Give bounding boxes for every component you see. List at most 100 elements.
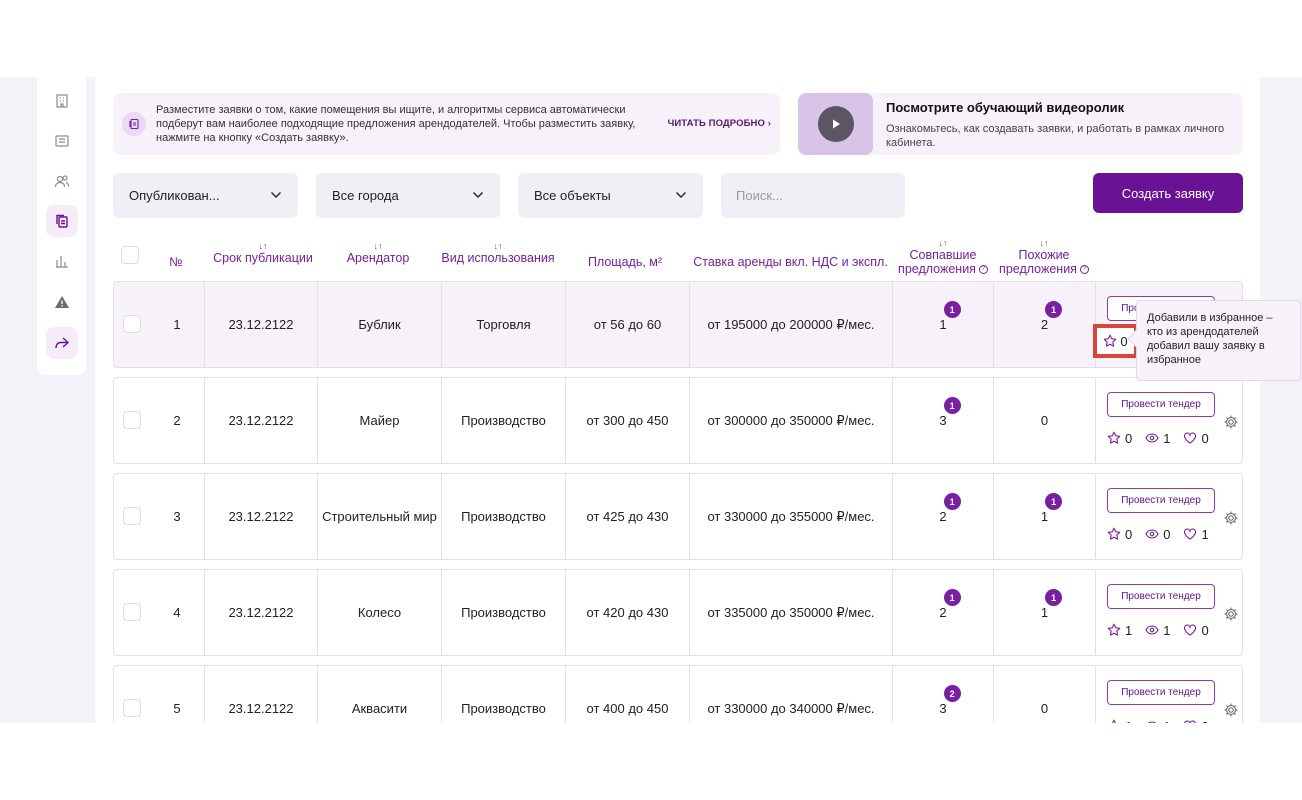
table-row[interactable]: 3 23.12.2122 Строительный мир Производст… bbox=[113, 473, 1243, 560]
cell-similar[interactable]: 21 bbox=[994, 282, 1096, 367]
cell-usage: Производство bbox=[442, 570, 566, 655]
row-stats: 0 1 0 bbox=[1107, 430, 1222, 446]
tender-button[interactable]: Провести тендер bbox=[1107, 392, 1215, 417]
video-description: Ознакомьтесь, как создавать заявки, и ра… bbox=[886, 123, 1225, 149]
table-row[interactable]: 1 23.12.2122 Бублик Торговля от 56 до 60… bbox=[113, 281, 1243, 368]
favorites-stat[interactable]: 1 bbox=[1107, 623, 1132, 638]
copy-icon[interactable] bbox=[46, 205, 78, 237]
header-published[interactable]: ↓↑ Срок публикации bbox=[200, 241, 326, 265]
eye-icon bbox=[1145, 529, 1159, 539]
status-filter[interactable]: Опубликован... bbox=[113, 173, 298, 218]
likes-stat[interactable]: 0 bbox=[1183, 719, 1209, 723]
news-icon[interactable] bbox=[46, 125, 78, 157]
views-stat[interactable]: 1 bbox=[1145, 431, 1170, 446]
video-thumbnail[interactable] bbox=[798, 93, 873, 155]
cell-similar[interactable]: 0 bbox=[994, 378, 1096, 463]
cell-usage: Торговля bbox=[442, 282, 566, 367]
matched-badge: 1 bbox=[943, 493, 961, 510]
row-checkbox[interactable] bbox=[123, 315, 141, 333]
users-icon[interactable] bbox=[46, 165, 78, 197]
main-content: Разместите заявки о том, какие помещения… bbox=[95, 77, 1260, 723]
tender-button[interactable]: Провести тендер bbox=[1107, 584, 1215, 609]
warning-icon[interactable] bbox=[46, 286, 78, 318]
select-all-checkbox[interactable] bbox=[121, 246, 139, 264]
cell-tenant: Аквасити bbox=[318, 666, 442, 723]
city-filter[interactable]: Все города bbox=[316, 173, 500, 218]
header-tenant[interactable]: ↓↑ Арендатор bbox=[331, 241, 425, 265]
favorites-stat[interactable]: 0 bbox=[1107, 527, 1132, 542]
cell-actions: Провести тендер 0 1 0 bbox=[1096, 378, 1242, 463]
cell-matched[interactable]: 11 bbox=[893, 282, 994, 367]
header-similar[interactable]: ↓↑ Похожие предложения? bbox=[995, 238, 1093, 276]
views-stat[interactable]: 1 bbox=[1145, 623, 1170, 638]
create-request-button[interactable]: Создать заявку bbox=[1093, 173, 1243, 213]
sort-icon: ↓↑ bbox=[373, 241, 383, 251]
cell-matched[interactable]: 31 bbox=[893, 378, 994, 463]
cell-tenant: Бублик bbox=[318, 282, 442, 367]
cell-matched[interactable]: 21 bbox=[893, 474, 994, 559]
cell-tenant: Строительный мир bbox=[318, 474, 442, 559]
views-stat[interactable]: 0 bbox=[1145, 527, 1170, 542]
likes-stat[interactable]: 0 bbox=[1183, 623, 1209, 638]
likes-stat[interactable]: 0 bbox=[1183, 431, 1209, 446]
video-title: Посмотрите обучающий видеоролик bbox=[886, 100, 1125, 115]
row-checkbox[interactable] bbox=[123, 507, 141, 525]
table-row[interactable]: 4 23.12.2122 Колесо Производство от 420 … bbox=[113, 569, 1243, 656]
table-row[interactable]: 5 23.12.2122 Аквасити Производство от 40… bbox=[113, 665, 1243, 723]
star-icon bbox=[1107, 431, 1121, 444]
tender-button[interactable]: Провести тендер bbox=[1107, 488, 1215, 513]
row-checkbox[interactable] bbox=[123, 603, 141, 621]
sort-icon: ↓↑ bbox=[258, 241, 268, 251]
star-icon bbox=[1104, 334, 1117, 347]
cell-rate: от 330000 до 340000 ₽/мес. bbox=[690, 666, 893, 723]
cell-rate: от 330000 до 355000 ₽/мес. bbox=[690, 474, 893, 559]
objects-filter[interactable]: Все объекты bbox=[518, 173, 703, 218]
cell-similar[interactable]: 11 bbox=[994, 474, 1096, 559]
matched-count: 3 bbox=[939, 413, 947, 428]
row-checkbox[interactable] bbox=[123, 411, 141, 429]
views-stat[interactable]: 1 bbox=[1145, 719, 1170, 723]
favorites-stat[interactable]: 1 bbox=[1107, 719, 1132, 723]
sort-icon: ↓↑ bbox=[493, 241, 503, 251]
cell-matched[interactable]: 32 bbox=[893, 666, 994, 723]
gear-icon[interactable] bbox=[1223, 510, 1239, 526]
read-more-link[interactable]: ЧИТАТЬ ПОДРОБНО › bbox=[668, 118, 771, 129]
cell-matched[interactable]: 21 bbox=[893, 570, 994, 655]
help-icon[interactable]: ? bbox=[978, 265, 988, 275]
cell-published: 23.12.2122 bbox=[205, 378, 318, 463]
header-number: № bbox=[169, 255, 183, 269]
chart-icon[interactable] bbox=[46, 245, 78, 277]
search-input[interactable]: Поиск... bbox=[721, 173, 905, 218]
gear-icon[interactable] bbox=[1223, 414, 1239, 430]
similar-badge: 1 bbox=[1045, 493, 1063, 510]
cell-similar[interactable]: 0 bbox=[994, 666, 1096, 723]
header-matched[interactable]: ↓↑ Совпавшие предложения? bbox=[894, 238, 992, 276]
header-rate: Ставка аренды вкл. НДС и экспл. bbox=[693, 255, 888, 269]
city-filter-value: Все города bbox=[332, 188, 399, 203]
help-icon[interactable]: ? bbox=[1079, 265, 1089, 275]
play-icon[interactable] bbox=[817, 106, 854, 142]
eye-icon bbox=[1147, 721, 1157, 723]
heart-icon bbox=[1184, 528, 1197, 540]
table-row[interactable]: 2 23.12.2122 Майер Производство от 300 д… bbox=[113, 377, 1243, 464]
favorites-stat[interactable]: 0 bbox=[1107, 431, 1132, 446]
building-icon[interactable] bbox=[46, 85, 78, 117]
share-icon[interactable] bbox=[46, 327, 78, 359]
cell-rate: от 335000 до 350000 ₽/мес. bbox=[690, 570, 893, 655]
document-icon bbox=[122, 112, 146, 136]
table-header: № ↓↑ Срок публикации ↓↑ Арендатор ↓↑ Вид… bbox=[113, 237, 1243, 281]
likes-stat[interactable]: 1 bbox=[1183, 527, 1209, 542]
cell-area: от 300 до 450 bbox=[566, 378, 690, 463]
row-checkbox[interactable] bbox=[123, 699, 141, 717]
chevron-down-icon bbox=[271, 192, 281, 198]
tender-button[interactable]: Провести тендер bbox=[1107, 680, 1215, 705]
sort-icon: ↓↑ bbox=[938, 238, 948, 248]
cell-similar[interactable]: 11 bbox=[994, 570, 1096, 655]
info-banner: Разместите заявки о том, какие помещения… bbox=[113, 93, 780, 155]
gear-icon[interactable] bbox=[1223, 702, 1239, 718]
matched-badge: 1 bbox=[943, 301, 961, 318]
cell-actions: Провести тендер 1 1 0 bbox=[1096, 666, 1242, 723]
header-usage[interactable]: ↓↑ Вид использования bbox=[436, 241, 560, 265]
matched-badge: 2 bbox=[943, 685, 961, 702]
gear-icon[interactable] bbox=[1223, 606, 1239, 622]
